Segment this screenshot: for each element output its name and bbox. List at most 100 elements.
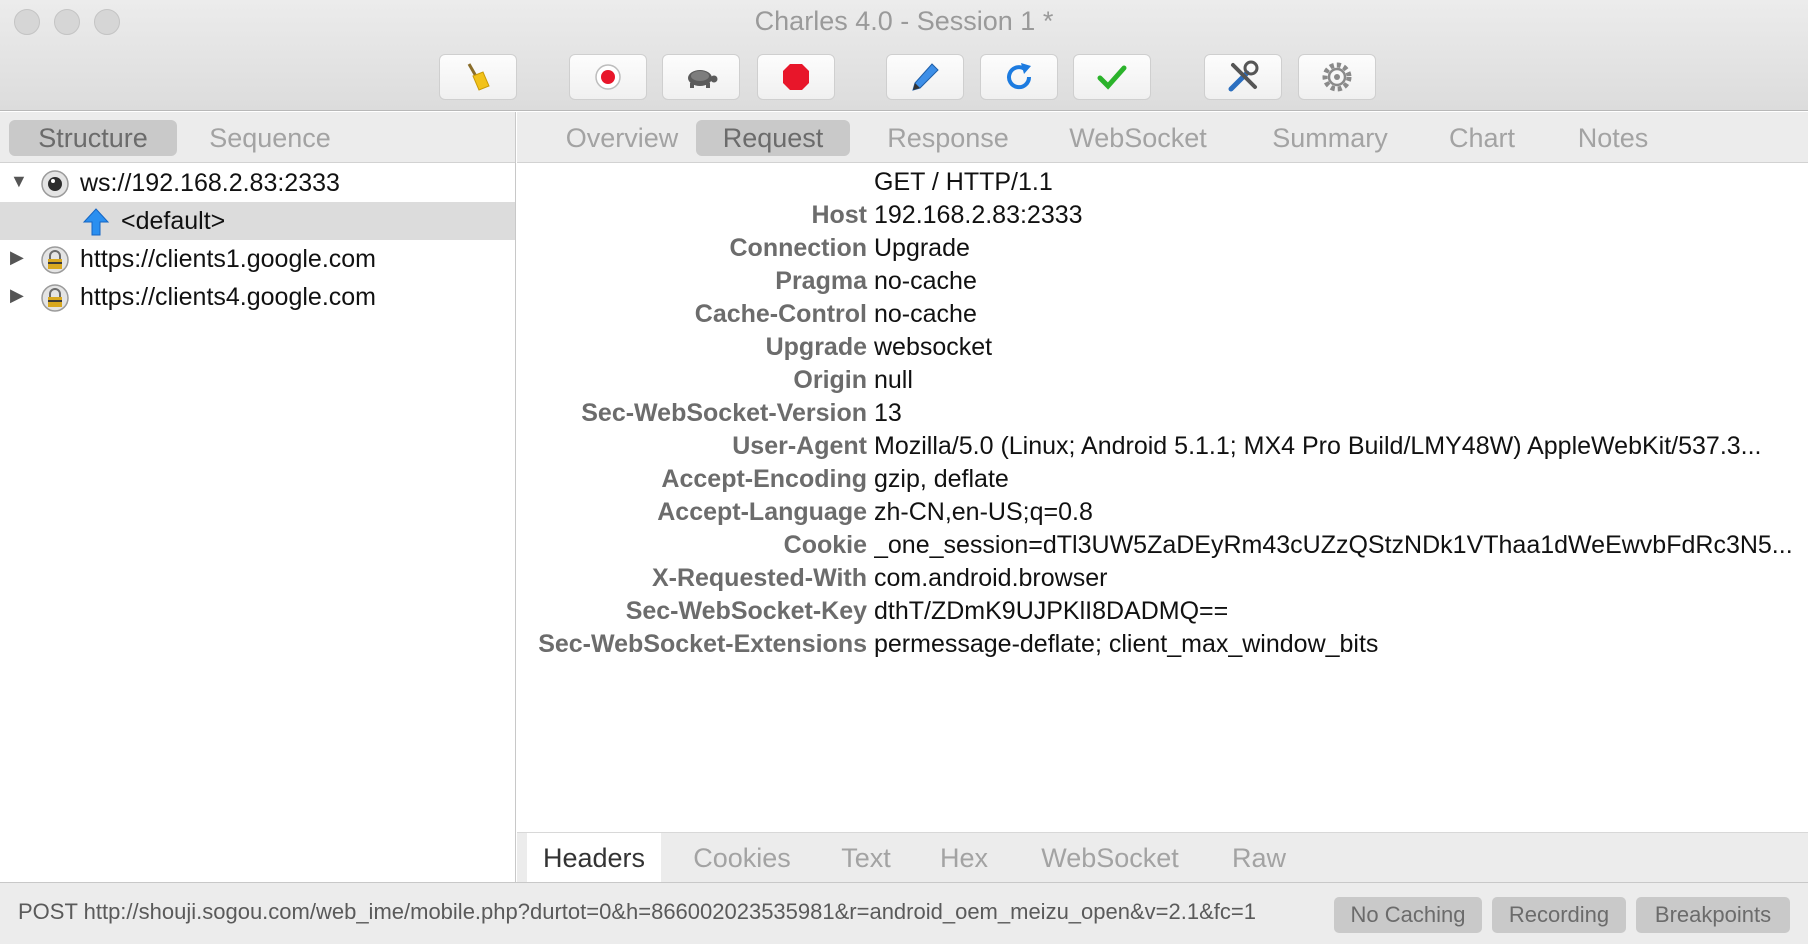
header-value: zh-CN,en-US;q=0.8: [874, 498, 1093, 526]
header-key: Sec-WebSocket-Version: [581, 399, 867, 427]
header-value: null: [874, 366, 913, 394]
header-key: Cache-Control: [694, 300, 867, 328]
turtle-icon: [688, 70, 718, 88]
request-line-row: GET / HTTP/1.1: [517, 168, 1808, 204]
tab-request[interactable]: Request: [696, 120, 850, 156]
request-line: GET / HTTP/1.1: [874, 168, 1053, 196]
tree-item-label: ws://192.168.2.83:2333: [80, 169, 340, 197]
refresh-icon: [1007, 63, 1032, 90]
header-row[interactable]: Accept-Language zh-CN,en-US;q=0.8: [517, 498, 1808, 534]
header-row[interactable]: Accept-Encoding gzip, deflate: [517, 465, 1808, 501]
tab-sequence[interactable]: Sequence: [190, 120, 350, 156]
window-title: Charles 4.0 - Session 1 *: [754, 6, 1054, 36]
header-key: Sec-WebSocket-Key: [625, 597, 867, 625]
record-icon: [595, 64, 621, 90]
tab-text[interactable]: Text: [823, 833, 909, 883]
header-value: _one_session=dTl3UW5ZaDEyRm43cUZzQStzNDk…: [874, 531, 1793, 559]
breakpoints-button[interactable]: [757, 54, 835, 100]
header-row[interactable]: Sec-WebSocket-Key dthT/ZDmK9UJPKlI8DADMQ…: [517, 597, 1808, 633]
header-row[interactable]: Sec-WebSocket-Extensions permessage-defl…: [517, 630, 1808, 666]
disclosure-collapsed-icon[interactable]: ▶: [10, 285, 24, 306]
tab-chart[interactable]: Chart: [1427, 120, 1537, 156]
header-row[interactable]: Upgrade websocket: [517, 333, 1808, 369]
header-key: Host: [811, 201, 867, 229]
header-value: permessage-deflate; client_max_window_bi…: [874, 630, 1379, 658]
disclosure-collapsed-icon[interactable]: ▶: [10, 247, 24, 268]
detail-tab-bar: Overview Request Response WebSocket Summ…: [517, 112, 1808, 163]
validate-button[interactable]: [1073, 54, 1151, 100]
header-row[interactable]: Cache-Control no-cache: [517, 300, 1808, 336]
header-value: gzip, deflate: [874, 465, 1009, 493]
header-row[interactable]: Pragma no-cache: [517, 267, 1808, 303]
tab-websocket-body[interactable]: WebSocket: [1017, 833, 1203, 883]
clear-session-button[interactable]: [439, 54, 517, 100]
header-row[interactable]: Connection Upgrade: [517, 234, 1808, 270]
settings-button[interactable]: [1298, 54, 1376, 100]
detail-pane: Overview Request Response WebSocket Summ…: [517, 112, 1808, 883]
tools-icon: [1228, 60, 1259, 92]
header-row[interactable]: Cookie _one_session=dTl3UW5ZaDEyRm43cUZz…: [517, 531, 1808, 567]
tree-item-ws-host[interactable]: ▼ ws://192.168.2.83:2333: [0, 164, 515, 202]
tab-response[interactable]: Response: [865, 120, 1031, 156]
websocket-icon: [41, 170, 69, 198]
tree-item-label: https://clients1.google.com: [80, 245, 376, 273]
header-key: Origin: [793, 366, 867, 394]
header-value: com.android.browser: [874, 564, 1108, 592]
header-key: Pragma: [775, 267, 867, 295]
tab-raw[interactable]: Raw: [1217, 833, 1301, 883]
tree-item-clients1[interactable]: ▶ https://clients1.google.com: [0, 240, 515, 278]
header-row[interactable]: User-Agent Mozilla/5.0 (Linux; Android 5…: [517, 432, 1808, 468]
broom-icon: [467, 63, 490, 91]
header-value: no-cache: [874, 300, 977, 328]
recording-button[interactable]: Recording: [1492, 897, 1626, 933]
header-key: Sec-WebSocket-Extensions: [538, 630, 867, 658]
structure-pane: Structure Sequence ▼ ws://192.168.2.83:2…: [0, 112, 516, 882]
record-button[interactable]: [569, 54, 647, 100]
tree-item-default[interactable]: <default>: [0, 202, 515, 240]
header-value: 192.168.2.83:2333: [874, 201, 1083, 229]
title-bar: Charles 4.0 - Session 1 *: [0, 0, 1808, 111]
status-text: POST http://shouji.sogou.com/web_ime/mob…: [18, 899, 1256, 924]
tree-item-label: <default>: [121, 207, 226, 235]
checkmark-icon: [1097, 65, 1127, 90]
header-row[interactable]: Host 192.168.2.83:2333: [517, 201, 1808, 237]
header-value: Mozilla/5.0 (Linux; Android 5.1.1; MX4 P…: [874, 432, 1762, 460]
header-value: Upgrade: [874, 234, 970, 262]
header-row[interactable]: Sec-WebSocket-Version 13: [517, 399, 1808, 435]
repeat-button[interactable]: [980, 54, 1058, 100]
header-value: no-cache: [874, 267, 977, 295]
body-view-tab-bar: Headers Cookies Text Hex WebSocket Raw: [517, 832, 1808, 883]
header-row[interactable]: X-Requested-With com.android.browser: [517, 564, 1808, 600]
compose-button[interactable]: [886, 54, 964, 100]
tab-cookies[interactable]: Cookies: [677, 833, 807, 883]
stop-icon: [783, 64, 809, 90]
header-key: Upgrade: [765, 333, 867, 361]
header-key: Cookie: [783, 531, 867, 559]
upload-arrow-icon: [82, 208, 110, 236]
tree-item-clients4[interactable]: ▶ https://clients4.google.com: [0, 278, 515, 316]
no-caching-button[interactable]: No Caching: [1334, 897, 1482, 933]
header-key: User-Agent: [732, 432, 867, 460]
throttle-button[interactable]: [662, 54, 740, 100]
tab-structure[interactable]: Structure: [9, 120, 177, 156]
tab-headers[interactable]: Headers: [527, 833, 661, 883]
lock-icon: [41, 284, 69, 312]
tab-notes[interactable]: Notes: [1557, 120, 1669, 156]
header-key: Accept-Language: [657, 498, 867, 526]
lock-icon: [41, 246, 69, 274]
header-value: websocket: [874, 333, 993, 361]
gear-icon: [1322, 62, 1352, 92]
header-row[interactable]: Origin null: [517, 366, 1808, 402]
header-key: X-Requested-With: [651, 564, 867, 592]
tab-overview[interactable]: Overview: [548, 120, 696, 156]
header-value: dthT/ZDmK9UJPKlI8DADMQ==: [874, 597, 1229, 625]
left-tab-bar: Structure Sequence: [0, 112, 515, 163]
tab-summary[interactable]: Summary: [1249, 120, 1411, 156]
breakpoints-status-button[interactable]: Breakpoints: [1636, 897, 1790, 933]
tab-hex[interactable]: Hex: [923, 833, 1005, 883]
header-key: Connection: [729, 234, 868, 262]
tools-button[interactable]: [1204, 54, 1282, 100]
tab-websocket[interactable]: WebSocket: [1045, 120, 1231, 156]
disclosure-expanded-icon[interactable]: ▼: [10, 171, 28, 192]
tree-item-label: https://clients4.google.com: [80, 283, 376, 311]
